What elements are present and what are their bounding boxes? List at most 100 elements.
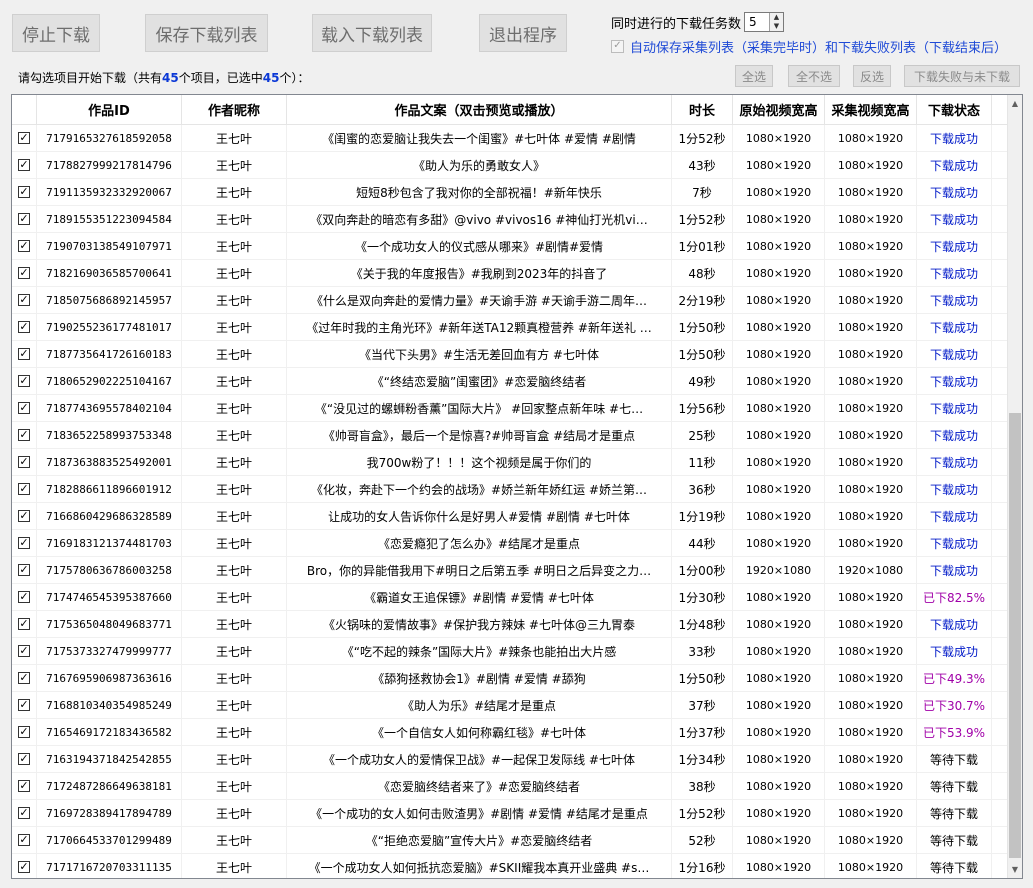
row-checkbox-cell[interactable]: ✓: [12, 638, 37, 664]
header-work-id[interactable]: 作品ID: [37, 95, 182, 124]
row-checkbox-cell[interactable]: ✓: [12, 773, 37, 799]
download-table[interactable]: 作品ID 作者昵称 作品文案（双击预览或播放） 时长 原始视频宽高 采集视频宽高…: [11, 94, 1023, 879]
row-checkbox-cell[interactable]: ✓: [12, 530, 37, 556]
row-checkbox-cell[interactable]: ✓: [12, 314, 37, 340]
row-checkbox-cell[interactable]: ✓: [12, 665, 37, 691]
table-row[interactable]: ✓ 7170664533701299489 王七叶 《“拒绝恋爱脑”宣传大片》#恋爱脑…: [12, 827, 1007, 854]
concurrent-tasks-stepper[interactable]: 5 ▲ ▼: [744, 12, 784, 32]
table-row[interactable]: ✓ 7178827999217814796 王七叶 《助人为乐的勇敢女人》 43秒 108…: [12, 152, 1007, 179]
row-checkbox-cell[interactable]: ✓: [12, 368, 37, 394]
row-checkbox[interactable]: ✓: [18, 618, 30, 630]
stepper-arrows[interactable]: ▲ ▼: [769, 13, 783, 31]
stepper-down-icon[interactable]: ▼: [770, 22, 783, 31]
row-checkbox-cell[interactable]: ✓: [12, 152, 37, 178]
row-checkbox[interactable]: ✓: [18, 159, 30, 171]
vertical-scrollbar[interactable]: ▲ ▼: [1007, 95, 1022, 878]
table-row[interactable]: ✓ 7187743695578402104 王七叶 《“没见过的螺蛳粉香薰”国际大片》…: [12, 395, 1007, 422]
invert-selection-button[interactable]: 反选: [853, 65, 891, 87]
row-checkbox[interactable]: ✓: [18, 672, 30, 684]
table-row[interactable]: ✓ 7185075686892145957 王七叶 《什么是双向奔赴的爱情力量》#天谕…: [12, 287, 1007, 314]
table-row[interactable]: ✓ 7183652258993753348 王七叶 《帅哥盲盒》，最后一个是惊喜?#帅…: [12, 422, 1007, 449]
header-author[interactable]: 作者昵称: [182, 95, 287, 124]
stepper-up-icon[interactable]: ▲: [770, 13, 783, 22]
scroll-up-icon[interactable]: ▲: [1008, 95, 1022, 112]
table-row[interactable]: ✓ 7172487286649638181 王七叶 《恋爱脑终结者来了》#恋爱脑终结者…: [12, 773, 1007, 800]
row-checkbox[interactable]: ✓: [18, 267, 30, 279]
row-checkbox-cell[interactable]: ✓: [12, 179, 37, 205]
row-checkbox-cell[interactable]: ✓: [12, 260, 37, 286]
row-checkbox[interactable]: ✓: [18, 456, 30, 468]
row-checkbox-cell[interactable]: ✓: [12, 746, 37, 772]
table-row[interactable]: ✓ 7169183121374481703 王七叶 《恋爱瘾犯了怎么办》#结尾才是重点…: [12, 530, 1007, 557]
scrollbar-thumb[interactable]: [1009, 413, 1021, 858]
row-checkbox[interactable]: ✓: [18, 780, 30, 792]
row-checkbox[interactable]: ✓: [18, 294, 30, 306]
row-checkbox-cell[interactable]: ✓: [12, 287, 37, 313]
row-checkbox[interactable]: ✓: [18, 321, 30, 333]
table-row[interactable]: ✓ 7189155351223094584 王七叶 《双向奔赴的暗恋有多甜》@vivo…: [12, 206, 1007, 233]
row-checkbox[interactable]: ✓: [18, 807, 30, 819]
table-row[interactable]: ✓ 7175373327479999777 王七叶 《“吃不起的辣条”国际大片》#辣条…: [12, 638, 1007, 665]
row-checkbox-cell[interactable]: ✓: [12, 503, 37, 529]
row-checkbox[interactable]: ✓: [18, 483, 30, 495]
table-row[interactable]: ✓ 7167695906987363616 王七叶 《舔狗拯救协会1》#剧情 #爱情 …: [12, 665, 1007, 692]
table-row[interactable]: ✓ 7180652902225104167 王七叶 《“终结恋爱脑”闺蜜团》#恋爱脑终…: [12, 368, 1007, 395]
concurrent-tasks-value[interactable]: 5: [749, 15, 757, 29]
table-row[interactable]: ✓ 7169728389417894789 王七叶 《一个成功的女人如何击败渣男》#剧…: [12, 800, 1007, 827]
row-checkbox-cell[interactable]: ✓: [12, 854, 37, 878]
header-download-status[interactable]: 下载状态: [917, 95, 992, 124]
table-row[interactable]: ✓ 7191135932332920067 王七叶 短短8秒包含了我对你的全部祝福！#…: [12, 179, 1007, 206]
row-checkbox-cell[interactable]: ✓: [12, 611, 37, 637]
row-checkbox[interactable]: ✓: [18, 753, 30, 765]
table-row[interactable]: ✓ 7182169036585700641 王七叶 《关于我的年度报告》#我刷到202…: [12, 260, 1007, 287]
row-checkbox-cell[interactable]: ✓: [12, 827, 37, 853]
row-checkbox[interactable]: ✓: [18, 699, 30, 711]
table-row[interactable]: ✓ 7175780636786003258 王七叶 Bro，你的异能借我用下#明日之后…: [12, 557, 1007, 584]
table-row[interactable]: ✓ 7190255236177481017 王七叶 《过年时我的主角光环》#新年送TA…: [12, 314, 1007, 341]
table-row[interactable]: ✓ 7187363883525492001 王七叶 我700w粉了！！！这个视频是属于…: [12, 449, 1007, 476]
header-checkbox-column[interactable]: [12, 95, 37, 124]
row-checkbox[interactable]: ✓: [18, 510, 30, 522]
header-original-size[interactable]: 原始视频宽高: [733, 95, 825, 124]
table-row[interactable]: ✓ 7166860429686328589 王七叶 让成功的女人告诉你什么是好男人#爱…: [12, 503, 1007, 530]
autosave-option[interactable]: ✓ 自动保存采集列表（采集完毕时）和下载失败列表（下载结束后）: [611, 37, 1007, 56]
row-checkbox[interactable]: ✓: [18, 402, 30, 414]
row-checkbox-cell[interactable]: ✓: [12, 395, 37, 421]
header-caption[interactable]: 作品文案（双击预览或播放）: [287, 95, 672, 124]
table-row[interactable]: ✓ 7190703138549107971 王七叶 《一个成功女人的仪式感从哪来》#剧…: [12, 233, 1007, 260]
row-checkbox-cell[interactable]: ✓: [12, 584, 37, 610]
row-checkbox-cell[interactable]: ✓: [12, 233, 37, 259]
row-checkbox-cell[interactable]: ✓: [12, 341, 37, 367]
row-checkbox[interactable]: ✓: [18, 726, 30, 738]
save-download-list-button[interactable]: 保存下载列表: [145, 14, 268, 52]
select-none-button[interactable]: 全不选: [788, 65, 840, 87]
row-checkbox-cell[interactable]: ✓: [12, 800, 37, 826]
row-checkbox[interactable]: ✓: [18, 348, 30, 360]
row-checkbox[interactable]: ✓: [18, 537, 30, 549]
row-checkbox[interactable]: ✓: [18, 132, 30, 144]
row-checkbox[interactable]: ✓: [18, 213, 30, 225]
row-checkbox[interactable]: ✓: [18, 861, 30, 873]
row-checkbox[interactable]: ✓: [18, 429, 30, 441]
failed-and-unfinished-button[interactable]: 下载失败与未下载: [904, 65, 1020, 87]
exit-program-button[interactable]: 退出程序: [479, 14, 567, 52]
row-checkbox[interactable]: ✓: [18, 834, 30, 846]
select-all-button[interactable]: 全选: [735, 65, 773, 87]
row-checkbox[interactable]: ✓: [18, 240, 30, 252]
table-row[interactable]: ✓ 7179165327618592058 王七叶 《闺蜜的恋爱脑让我失去一个闺蜜》#…: [12, 125, 1007, 152]
row-checkbox[interactable]: ✓: [18, 645, 30, 657]
row-checkbox-cell[interactable]: ✓: [12, 206, 37, 232]
stop-download-button[interactable]: 停止下载: [12, 14, 100, 52]
row-checkbox-cell[interactable]: ✓: [12, 557, 37, 583]
table-row[interactable]: ✓ 7165469172183436582 王七叶 《一个自信女人如何称霸红毯》#七叶…: [12, 719, 1007, 746]
row-checkbox[interactable]: ✓: [18, 186, 30, 198]
table-row[interactable]: ✓ 7182886611896601912 王七叶 《化妆，奔赴下一个约会的战场》#娇…: [12, 476, 1007, 503]
table-row[interactable]: ✓ 7174746545395387660 王七叶 《霸道女王追保镖》#剧情 #爱情 …: [12, 584, 1007, 611]
table-row[interactable]: ✓ 7168810340354985249 王七叶 《助人为乐》#结尾才是重点 37秒 1…: [12, 692, 1007, 719]
row-checkbox-cell[interactable]: ✓: [12, 125, 37, 151]
row-checkbox-cell[interactable]: ✓: [12, 719, 37, 745]
row-checkbox-cell[interactable]: ✓: [12, 449, 37, 475]
scroll-down-icon[interactable]: ▼: [1008, 861, 1022, 878]
row-checkbox[interactable]: ✓: [18, 591, 30, 603]
row-checkbox-cell[interactable]: ✓: [12, 422, 37, 448]
